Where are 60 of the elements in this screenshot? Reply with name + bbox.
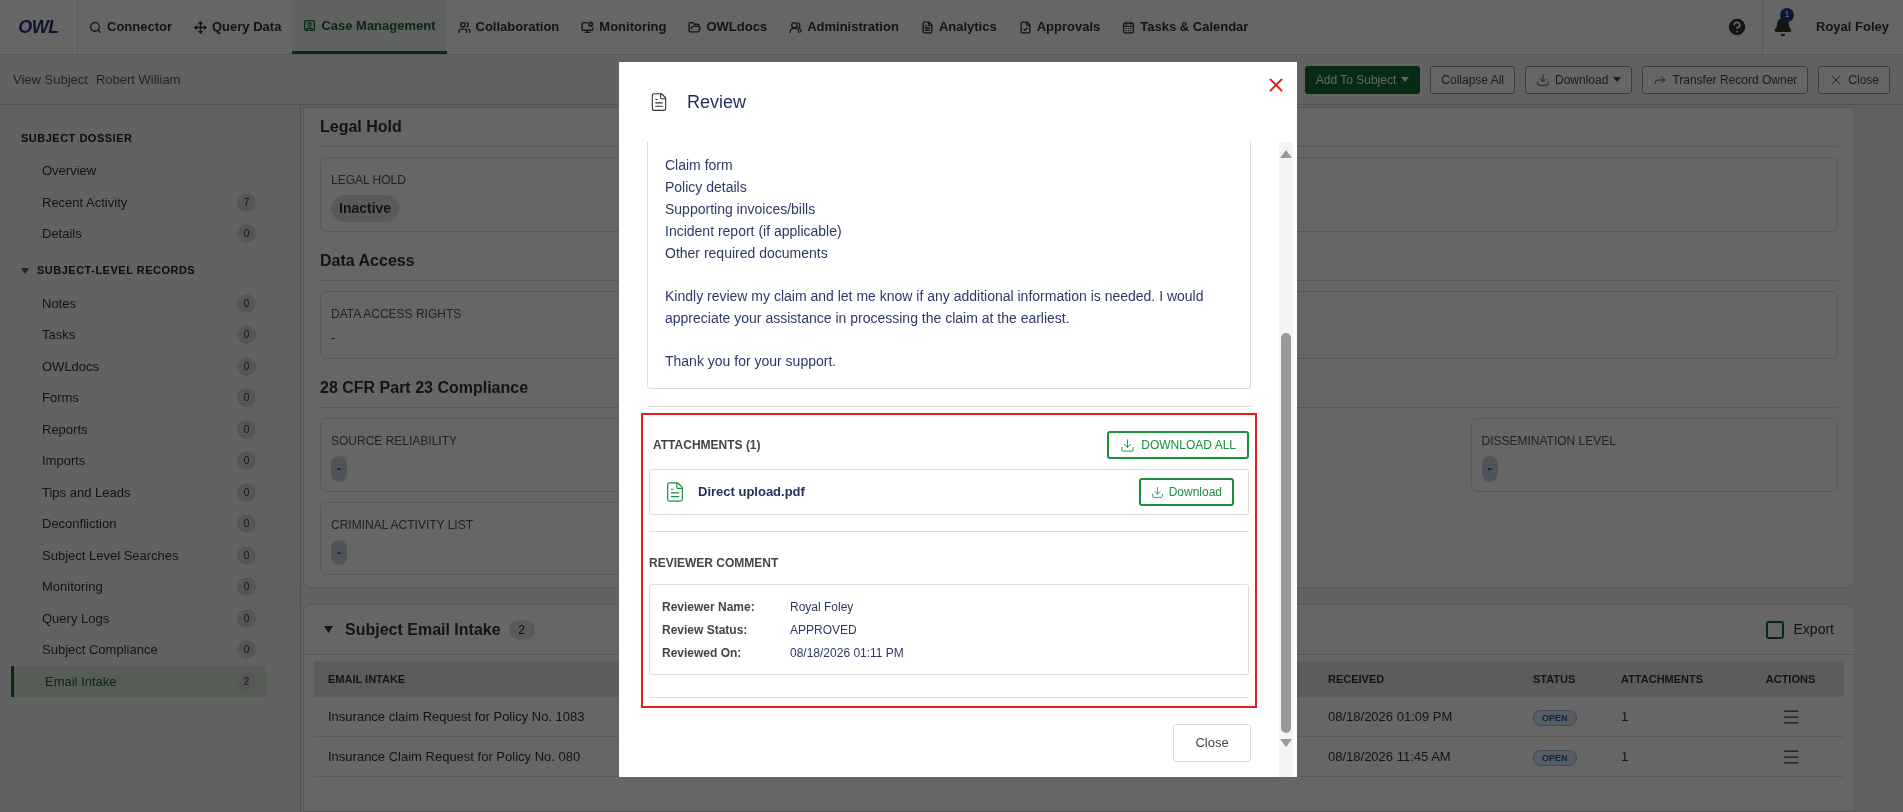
message-paragraph: Thank you for your support. [665, 352, 838, 371]
notification-badge: 1 [1780, 8, 1795, 22]
message-line: Supporting invoices/bills [665, 200, 817, 219]
count-badge: 0 [237, 224, 256, 244]
count-badge: 0 [237, 451, 256, 471]
count-badge: 0 [237, 388, 256, 408]
breadcrumb-label: View Subject [13, 70, 88, 89]
table-cell: 1 [1621, 748, 1629, 764]
attachments-heading: ATTACHMENTS (1) [653, 437, 761, 454]
field-label: DISSEMINATION LEVEL [1481, 434, 1616, 448]
count-badge: 2 [508, 619, 535, 640]
status-badge: OPEN [1533, 709, 1577, 726]
message-line: Claim form [665, 156, 734, 175]
table-cell: 08/18/2026 01:09 PM [1328, 708, 1453, 724]
column-header: ATTACHMENTS [1621, 672, 1704, 685]
field-label: SOURCE RELIABILITY [331, 434, 458, 448]
count-badge: 0 [237, 640, 256, 660]
count-badge: 0 [237, 608, 256, 628]
sidebar-section-title: SUBJECT-LEVEL RECORDS [37, 263, 196, 279]
count-badge: 0 [237, 482, 256, 502]
field-value: 08/18/2026 01:11 PM [790, 644, 904, 662]
count-badge: 0 [237, 293, 256, 313]
table-cell: 08/18/2026 11:45 AM [1328, 748, 1451, 764]
value-chip: - [331, 456, 348, 482]
message-paragraph: Kindly review my claim and let me know if any additional information is needed. I would appreciate your assistance in processing the claim at the earliest. [665, 287, 1205, 328]
column-header: ACTIONS [1765, 672, 1816, 685]
field-label: Reviewer Name: [662, 598, 756, 616]
column-header: EMAIL INTAKE [328, 672, 406, 685]
sidebar-section-title: SUBJECT DOSSIER [21, 130, 133, 146]
reviewer-heading: REVIEWER COMMENT [649, 555, 780, 572]
column-header: RECEIVED [1328, 672, 1385, 685]
status-chip: Inactive [331, 195, 400, 222]
table-cell: 1 [1621, 708, 1629, 724]
count-badge: 0 [237, 545, 256, 565]
field-label: DATA ACCESS RIGHTS [331, 307, 462, 321]
count-badge: 0 [237, 419, 256, 439]
message-line: Policy details [665, 178, 748, 197]
field-value: Royal Foley [790, 598, 854, 616]
status-badge: OPEN [1533, 749, 1577, 766]
count-badge: 0 [237, 577, 256, 597]
field-label: Reviewed On: [662, 644, 743, 662]
message-line: Other required documents [665, 244, 829, 263]
table-cell: Insurance Claim Request for Policy No. 080 [328, 748, 581, 764]
message-line: Incident report (if applicable) [665, 222, 843, 241]
field-label: CRIMINAL ACTIVITY LIST [331, 517, 474, 532]
field-label: LEGAL HOLD [331, 173, 406, 187]
table-cell: Insurance claim Request for Policy No. 1083 [328, 708, 585, 724]
owl-logo: OWL [0, 0, 78, 54]
field-value: APPROVED [790, 621, 857, 639]
value-chip: - [1481, 456, 1498, 482]
field-label: Review Status: [662, 621, 749, 639]
panel-title: Subject Email Intake [345, 619, 501, 640]
subject-name: Robert William [95, 70, 181, 89]
count-badge: 0 [237, 356, 256, 376]
count-badge: 0 [237, 514, 256, 534]
count-badge: 0 [237, 325, 256, 345]
value-chip: - [331, 539, 348, 565]
column-header: STATUS [1533, 672, 1576, 685]
export-label: Export [1793, 620, 1834, 639]
field-value: - [331, 329, 336, 347]
